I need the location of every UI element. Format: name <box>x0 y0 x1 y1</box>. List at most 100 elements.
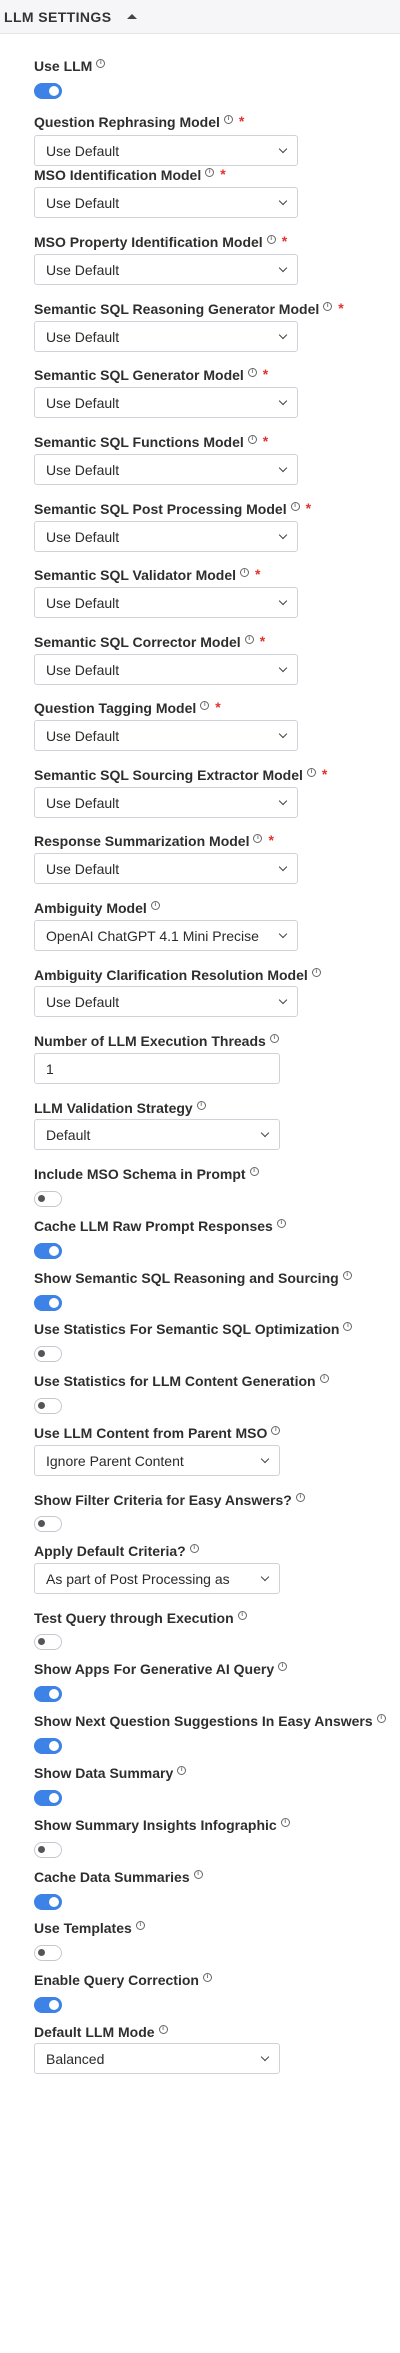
info-icon[interactable]: i <box>177 1765 187 1775</box>
use-llm-toggle[interactable] <box>34 83 62 99</box>
info-icon[interactable]: i <box>342 1270 352 1280</box>
show-next-question-toggle[interactable] <box>34 1738 62 1754</box>
show-summary-infographic-toggle[interactable] <box>34 1842 62 1858</box>
use-llm-field: Use LLM i <box>34 58 106 74</box>
info-icon[interactable]: i <box>247 367 257 377</box>
info-icon[interactable]: i <box>189 1543 199 1553</box>
info-icon[interactable]: i <box>271 1425 281 1435</box>
info-icon[interactable]: i <box>295 1492 305 1502</box>
ambiguity-clarification-select[interactable]: Use Default <box>34 986 298 1017</box>
include-mso-schema-toggle[interactable] <box>34 1191 62 1207</box>
sql-validator-select[interactable]: Use Default <box>34 587 298 618</box>
chevron-down-icon <box>273 455 297 484</box>
info-icon[interactable]: i <box>200 700 210 710</box>
show-summary-infographic-field: Show Summary Insights Infographic i <box>34 1817 290 1833</box>
info-icon[interactable]: i <box>253 833 263 843</box>
info-icon[interactable]: i <box>280 1817 290 1827</box>
chevron-down-icon <box>273 721 297 750</box>
info-icon[interactable]: i <box>158 2024 168 2034</box>
required-marker: * <box>215 699 221 715</box>
chevron-down-icon <box>255 1120 279 1149</box>
enable-query-correction-field: Enable Query Correction i <box>34 1972 212 1988</box>
ambiguity-clarification-label: Ambiguity Clarification Resolution Model <box>34 967 308 983</box>
required-marker: * <box>262 366 269 382</box>
sql-sourcing-extractor-select[interactable]: Use Default <box>34 787 298 818</box>
chevron-up-icon[interactable] <box>127 14 138 19</box>
info-icon[interactable]: i <box>323 301 333 311</box>
info-icon[interactable]: i <box>247 434 257 444</box>
stats-content-generation-toggle[interactable] <box>34 1398 62 1414</box>
info-icon[interactable]: i <box>240 567 250 577</box>
question-tagging-field: Question Tagging Model i * <box>34 699 221 716</box>
llm-threads-input[interactable]: 1 <box>34 1053 280 1084</box>
show-filter-criteria-label: Show Filter Criteria for Easy Answers? <box>34 1492 292 1508</box>
cache-data-summaries-field: Cache Data Summaries i <box>34 1869 203 1885</box>
show-next-question-label: Show Next Question Suggestions In Easy A… <box>34 1713 373 1729</box>
info-icon[interactable]: i <box>202 1972 212 1982</box>
apply-default-criteria-value: As part of Post Processing as <box>46 1570 230 1587</box>
sql-functions-label: Semantic SQL Functions Model <box>34 434 244 450</box>
stats-sql-optimization-toggle[interactable] <box>34 1346 62 1362</box>
info-icon[interactable]: i <box>278 1661 288 1671</box>
mso-property-identification-select[interactable]: Use Default <box>34 254 298 285</box>
info-icon[interactable]: i <box>306 767 316 777</box>
info-icon[interactable]: i <box>319 1373 329 1383</box>
info-icon[interactable]: i <box>96 58 106 68</box>
info-icon[interactable]: i <box>205 167 215 177</box>
required-marker: * <box>255 566 261 582</box>
info-icon[interactable]: i <box>311 967 321 977</box>
info-icon[interactable]: i <box>249 1166 259 1176</box>
info-icon[interactable]: i <box>376 1713 386 1723</box>
response-summarization-select[interactable]: Use Default <box>34 853 298 884</box>
enable-query-correction-toggle[interactable] <box>34 1997 62 2013</box>
show-next-question-field: Show Next Question Suggestions In Easy A… <box>34 1713 386 1729</box>
question-rephrasing-select[interactable]: Use Default <box>34 135 298 166</box>
info-icon[interactable]: i <box>276 1218 286 1228</box>
show-data-summary-toggle[interactable] <box>34 1790 62 1806</box>
show-filter-criteria-field: Show Filter Criteria for Easy Answers? i <box>34 1492 305 1508</box>
info-icon[interactable]: i <box>223 114 233 124</box>
sql-post-processing-select[interactable]: Use Default <box>34 521 298 552</box>
info-icon[interactable]: i <box>237 1610 247 1620</box>
show-apps-genai-label: Show Apps For Generative AI Query <box>34 1661 275 1677</box>
stats-content-generation-label: Use Statistics for LLM Content Generatio… <box>34 1373 316 1389</box>
sql-reasoning-generator-select[interactable]: Use Default <box>34 321 298 352</box>
info-icon[interactable]: i <box>343 1321 353 1331</box>
sql-validator-value: Use Default <box>46 594 120 611</box>
sql-reasoning-generator-label: Semantic SQL Reasoning Generator Model <box>34 301 320 317</box>
sql-generator-select[interactable]: Use Default <box>34 387 298 418</box>
info-icon[interactable]: i <box>269 1033 279 1043</box>
default-llm-mode-select[interactable]: Balanced <box>34 2043 280 2074</box>
mso-property-identification-field: MSO Property Identification Model i * <box>34 233 287 250</box>
chevron-down-icon <box>273 655 297 684</box>
info-icon[interactable]: i <box>196 1100 206 1110</box>
sql-corrector-select[interactable]: Use Default <box>34 654 298 685</box>
apply-default-criteria-select[interactable]: As part of Post Processing as <box>34 1563 280 1594</box>
mso-property-identification-label: MSO Property Identification Model <box>34 234 263 250</box>
mso-identification-select[interactable]: Use Default <box>34 187 298 218</box>
sql-functions-select[interactable]: Use Default <box>34 454 298 485</box>
stats-sql-optimization-label: Use Statistics For Semantic SQL Optimiza… <box>34 1321 340 1337</box>
cache-data-summaries-toggle[interactable] <box>34 1894 62 1910</box>
llm-settings-header[interactable]: LLM SETTINGS <box>0 0 400 34</box>
info-icon[interactable]: i <box>266 234 276 244</box>
info-icon[interactable]: i <box>244 634 254 644</box>
test-query-toggle[interactable] <box>34 1634 62 1650</box>
chevron-down-icon <box>273 854 297 883</box>
question-tagging-select[interactable]: Use Default <box>34 720 298 751</box>
llm-validation-strategy-select[interactable]: Default <box>34 1119 280 1150</box>
info-icon[interactable]: i <box>290 501 300 511</box>
info-icon[interactable]: i <box>150 900 160 910</box>
chevron-down-icon <box>273 987 297 1016</box>
cache-raw-prompt-toggle[interactable] <box>34 1243 62 1259</box>
chevron-down-icon <box>273 188 297 217</box>
sql-validator-label: Semantic SQL Validator Model <box>34 567 237 583</box>
use-templates-toggle[interactable] <box>34 1945 62 1961</box>
show-filter-criteria-toggle[interactable] <box>34 1516 62 1532</box>
show-sql-reasoning-toggle[interactable] <box>34 1295 62 1311</box>
info-icon[interactable]: i <box>135 1920 145 1930</box>
info-icon[interactable]: i <box>193 1869 203 1879</box>
ambiguity-model-select[interactable]: OpenAI ChatGPT 4.1 Mini Precise <box>34 920 298 951</box>
show-apps-genai-toggle[interactable] <box>34 1686 62 1702</box>
content-parent-mso-select[interactable]: Ignore Parent Content <box>34 1445 280 1476</box>
